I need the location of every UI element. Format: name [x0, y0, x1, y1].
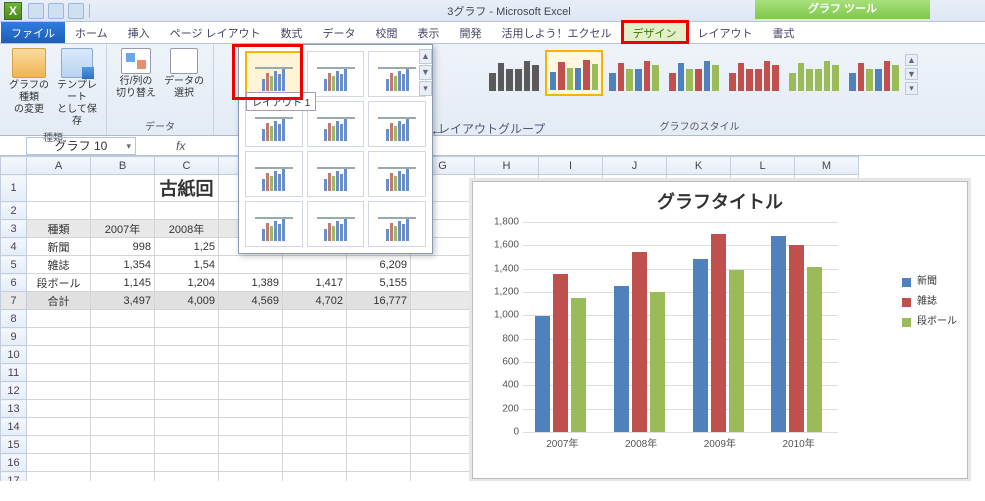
tab-layout[interactable]: レイアウト: [688, 22, 763, 43]
tab-file[interactable]: ファイル: [1, 22, 65, 43]
layout-option[interactable]: [245, 201, 303, 247]
annotation-red-box-layout: [232, 44, 303, 100]
tab-developer[interactable]: 開発: [450, 22, 492, 43]
style-gallery-scroll[interactable]: ▲▼▾: [905, 53, 918, 93]
embedded-chart[interactable]: グラフタイトル 02004006008001,0001,2001,4001,60…: [472, 181, 968, 479]
ribbon-tabs: ファイル ホーム 挿入 ページ レイアウト 数式 データ 校閲 表示 開発 活用…: [0, 22, 985, 44]
tab-addin[interactable]: 活用しよう！エクセル: [492, 22, 622, 43]
redo-icon[interactable]: [68, 3, 84, 19]
chart-style-option[interactable]: [785, 50, 843, 96]
switch-icon: [121, 48, 151, 74]
layout-option[interactable]: [368, 201, 426, 247]
chart-style-option[interactable]: [845, 50, 903, 96]
chart-style-option[interactable]: [725, 50, 783, 96]
group-label-styles: グラフのスタイル: [660, 117, 740, 135]
group-data: 行/列の 切り替え データの 選択 データ: [107, 44, 214, 135]
chart-plot-area[interactable]: 02004006008001,0001,2001,4001,6001,80020…: [523, 222, 838, 432]
gallery-scroll[interactable]: ▲▼▾: [419, 49, 432, 249]
tab-home[interactable]: ホーム: [65, 22, 118, 43]
layout-option[interactable]: [368, 51, 426, 97]
save-icon[interactable]: [28, 3, 44, 19]
contextual-tab-chart-tools: グラフ ツール: [755, 0, 930, 19]
qat-separator: [89, 4, 90, 18]
layout-option[interactable]: [368, 101, 426, 147]
layout-option[interactable]: [307, 201, 365, 247]
layout-option[interactable]: [307, 151, 365, 197]
save-template-button[interactable]: テンプレート として保存: [53, 46, 101, 128]
chart-title[interactable]: グラフタイトル: [473, 182, 967, 216]
layout-option[interactable]: [307, 51, 365, 97]
tab-data[interactable]: データ: [313, 22, 366, 43]
tab-page-layout[interactable]: ページ レイアウト: [160, 22, 271, 43]
worksheet-area: ABCDEFGHIJKLM1古紙回2位:kg3種類2007年2008年計4新聞9…: [0, 156, 985, 481]
group-label-data: データ: [145, 117, 175, 135]
tab-formulas[interactable]: 数式: [271, 22, 313, 43]
chart-style-option[interactable]: [665, 50, 723, 96]
title-bar: X 3グラフ - Microsoft Excel グラフ ツール: [0, 0, 985, 22]
chart-style-option[interactable]: [605, 50, 663, 96]
select-data-button[interactable]: データの 選択: [160, 46, 208, 100]
formula-bar: グラフ 10 fx: [0, 136, 985, 156]
tab-review[interactable]: 校閲: [366, 22, 408, 43]
select-data-icon: [170, 48, 198, 74]
undo-icon[interactable]: [48, 3, 64, 19]
tab-insert[interactable]: 挿入: [118, 22, 160, 43]
fx-label[interactable]: fx: [176, 139, 185, 153]
annotation-layout-group: レイアウトグループ: [438, 120, 545, 137]
chart-type-icon: [12, 48, 46, 78]
tab-design[interactable]: デザイン: [622, 21, 688, 43]
excel-icon: X: [4, 2, 22, 20]
name-box[interactable]: グラフ 10: [26, 137, 136, 155]
chart-style-option[interactable]: [485, 50, 543, 96]
switch-row-col-button[interactable]: 行/列の 切り替え: [112, 46, 160, 100]
layout-option[interactable]: [368, 151, 426, 197]
template-icon: [61, 48, 93, 78]
layout-option[interactable]: [245, 151, 303, 197]
group-type: グラフの種類 の変更 テンプレート として保存 種類: [0, 44, 107, 135]
chart-style-option[interactable]: [545, 50, 603, 96]
chart-styles-gallery: ▲▼▾: [477, 46, 922, 96]
tab-format[interactable]: 書式: [763, 22, 805, 43]
change-chart-type-button[interactable]: グラフの種類 の変更: [5, 46, 53, 116]
chart-legend[interactable]: 新聞雑誌段ボール: [902, 272, 957, 332]
tab-view[interactable]: 表示: [408, 22, 450, 43]
